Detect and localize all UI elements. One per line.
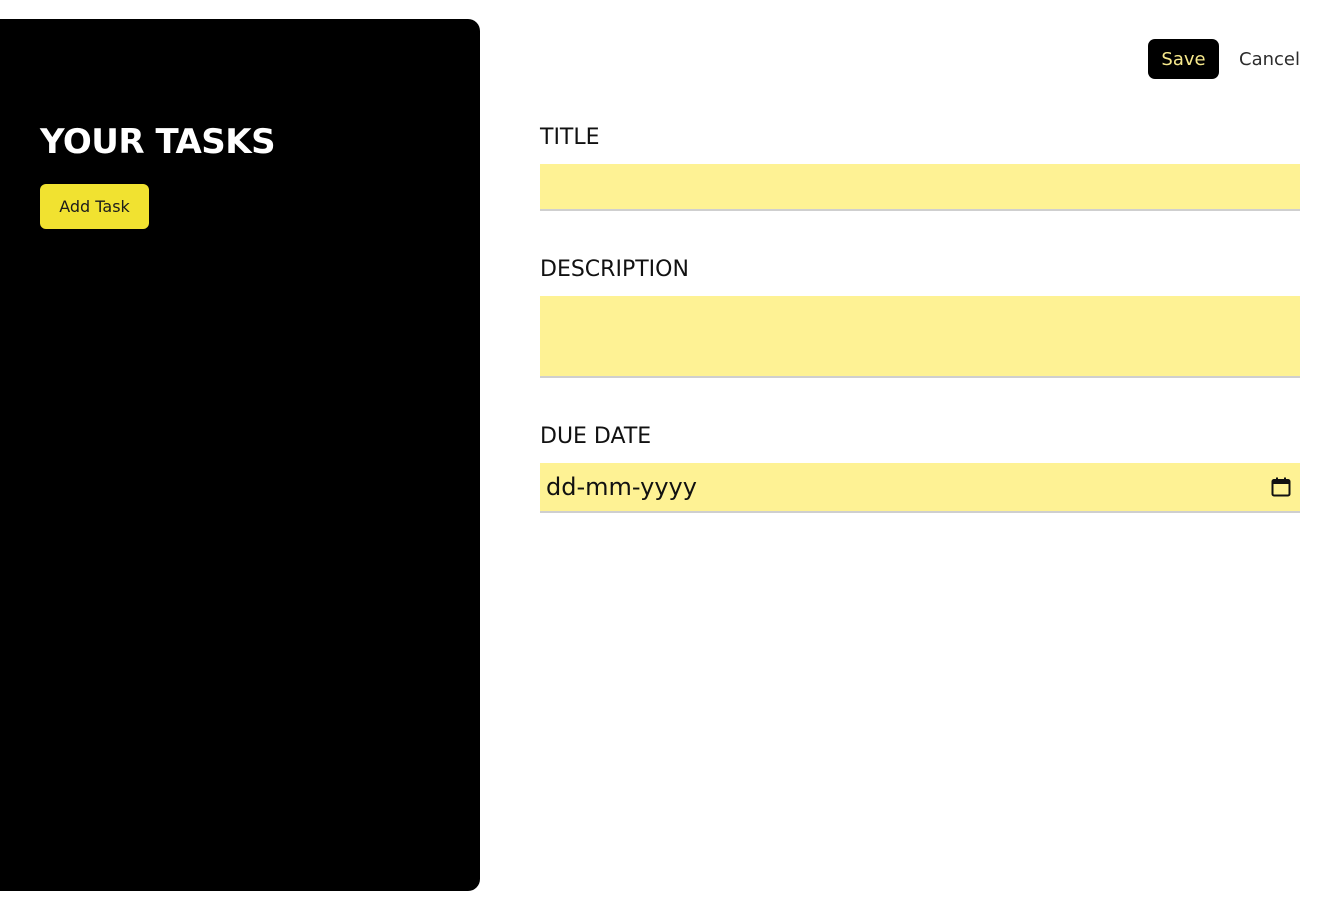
title-input[interactable]: [540, 164, 1300, 211]
save-button[interactable]: Save: [1148, 39, 1220, 79]
description-label: DESCRIPTION: [540, 257, 689, 282]
due-date-placeholder: dd-mm-yyyy: [546, 473, 697, 501]
calendar-icon[interactable]: [1270, 476, 1292, 498]
due-date-label: DUE DATE: [540, 424, 652, 449]
description-input[interactable]: [540, 296, 1300, 378]
sidebar: YOUR TASKS Add Task: [0, 19, 480, 891]
sidebar-title: YOUR TASKS: [40, 122, 276, 162]
title-label: TITLE: [540, 125, 600, 150]
form-actions: Save Cancel: [1148, 39, 1300, 79]
add-task-button[interactable]: Add Task: [40, 184, 149, 229]
due-date-input[interactable]: dd-mm-yyyy: [540, 463, 1300, 513]
cancel-button[interactable]: Cancel: [1239, 49, 1300, 70]
